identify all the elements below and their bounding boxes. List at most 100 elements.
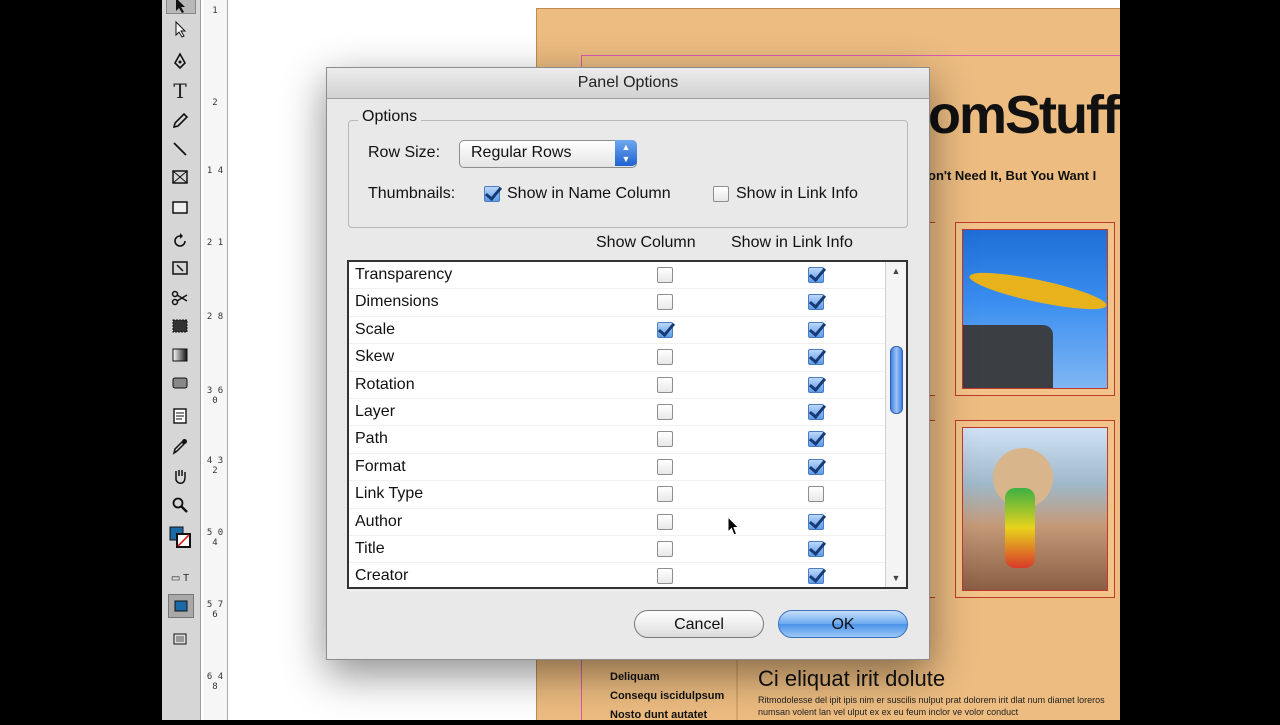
rectangle-tool-icon[interactable] [168, 196, 192, 218]
attribute-row[interactable]: Format [349, 454, 888, 482]
show-column-checkbox[interactable] [657, 486, 673, 503]
show-column-header: Show Column [596, 234, 696, 251]
ruler-mark: 1 [212, 6, 218, 16]
row-size-label: Row Size: [368, 144, 441, 161]
show-column-checkbox[interactable] [657, 321, 673, 338]
show-column-checkbox[interactable] [657, 404, 673, 420]
show-link-info-checkbox[interactable] [808, 568, 824, 585]
hand-tool-icon[interactable] [168, 465, 192, 487]
pen-tool-icon[interactable] [168, 50, 192, 72]
show-link-info-checkbox[interactable] [808, 404, 824, 420]
panel-options-dialog: Panel Options Options Row Size: Regular … [326, 67, 930, 660]
surfboard-shape [967, 265, 1107, 317]
scroll-thumb[interactable] [890, 346, 903, 414]
row-size-value: Regular Rows [471, 144, 572, 161]
normal-view-mode-icon[interactable] [168, 594, 194, 618]
ok-button[interactable]: OK [778, 610, 908, 638]
attribute-row[interactable]: Scale [349, 317, 888, 345]
attributes-list[interactable]: Transparency Dimensions Scale Skew Rotation L… [347, 260, 908, 591]
sidebar-text-line: Deliquam [610, 671, 660, 683]
attribute-row[interactable]: Rotation [349, 372, 888, 399]
margin-guide [581, 55, 1120, 56]
pencil-tool-icon[interactable] [168, 110, 192, 132]
attribute-row[interactable]: Layer [349, 399, 888, 427]
thumb-link-info-checkbox[interactable] [713, 186, 729, 202]
show-link-info-checkbox[interactable] [808, 349, 824, 366]
ruler-mark: 5 0 4 [206, 528, 224, 548]
attribute-label: Title [355, 540, 385, 557]
tools-panel: T ▭ T [162, 0, 201, 720]
attribute-label: Transparency [355, 266, 453, 283]
free-transform-tool-icon[interactable] [168, 257, 192, 279]
image-frame[interactable] [955, 222, 1115, 396]
thumb-name-column-checkbox[interactable] [484, 186, 500, 202]
ruler-mark: 4 3 2 [206, 456, 224, 476]
show-link-info-checkbox[interactable] [808, 541, 824, 557]
mouse-pointer-icon [727, 516, 739, 536]
thumb-name-column-label[interactable]: Show in Name Column [507, 185, 671, 203]
formatting-affects-text-icon[interactable]: ▭ T [168, 567, 192, 589]
zoom-tool-icon[interactable] [168, 494, 192, 516]
show-link-info-checkbox[interactable] [808, 267, 824, 283]
thumb-link-info-label[interactable]: Show in Link Info [736, 185, 858, 203]
selection-tool-icon[interactable] [168, 0, 192, 16]
scroll-down-arrow-icon[interactable]: ▼ [886, 569, 906, 587]
attribute-row[interactable]: Skew [349, 344, 888, 372]
show-column-checkbox[interactable] [657, 568, 673, 585]
show-column-checkbox[interactable] [657, 513, 673, 530]
attribute-row[interactable]: Creator [349, 563, 888, 591]
vertical-ruler: 1 2 1 4 2 1 2 8 3 6 0 4 3 2 5 0 4 5 7 6 … [203, 0, 228, 720]
brand-heading: omStuff [928, 85, 1120, 145]
options-group [348, 120, 908, 228]
cancel-button[interactable]: Cancel [634, 610, 764, 638]
rotate-tool-icon[interactable] [168, 230, 192, 252]
attribute-label: Skew [355, 348, 395, 366]
show-link-info-checkbox[interactable] [808, 458, 824, 475]
line-tool-icon[interactable] [168, 138, 192, 160]
thumbnails-label: Thumbnails: [368, 185, 456, 202]
fill-stroke-swatch-icon[interactable] [168, 526, 192, 548]
attribute-row[interactable]: Transparency [349, 262, 888, 290]
column-guide [736, 660, 738, 720]
show-column-checkbox[interactable] [657, 349, 673, 366]
button-tool-icon[interactable] [168, 372, 192, 394]
gradient-swatch-tool-icon[interactable] [168, 344, 192, 366]
sidebar-text-line: Nosto dunt autatet [610, 709, 708, 721]
show-link-info-checkbox[interactable] [808, 431, 824, 448]
popup-updown-arrows-icon: ▲ ▼ [615, 140, 637, 166]
attribute-label: Author [355, 512, 403, 530]
attribute-label: Format [355, 457, 406, 475]
show-column-checkbox[interactable] [657, 294, 673, 311]
direct-selection-tool-icon[interactable] [168, 18, 192, 40]
attribute-row[interactable]: Title [349, 536, 888, 564]
attribute-row[interactable]: Author [349, 509, 888, 536]
attribute-row[interactable]: Dimensions [349, 289, 888, 317]
attribute-row[interactable]: Link Type [349, 481, 888, 509]
image-frame[interactable] [955, 420, 1115, 598]
show-link-info-checkbox[interactable] [808, 376, 824, 393]
row-size-popup[interactable]: Regular Rows ▲ ▼ [459, 140, 637, 168]
type-tool-icon[interactable]: T [168, 79, 192, 103]
show-column-checkbox[interactable] [657, 267, 673, 283]
list-scrollbar[interactable]: ▲ ▼ [885, 262, 906, 587]
note-tool-icon[interactable] [168, 405, 192, 427]
show-column-checkbox[interactable] [657, 458, 673, 475]
scroll-up-arrow-icon[interactable]: ▲ [886, 262, 906, 280]
screen-mode-icon[interactable] [168, 628, 192, 650]
eyedropper-tool-icon[interactable] [168, 435, 192, 457]
show-link-info-checkbox[interactable] [808, 294, 824, 311]
rectangle-frame-tool-icon[interactable] [168, 166, 192, 188]
show-column-checkbox[interactable] [657, 541, 673, 557]
show-column-checkbox[interactable] [657, 431, 673, 448]
scissors-tool-icon[interactable] [168, 287, 192, 309]
gradient-feather-tool-icon[interactable] [168, 315, 192, 337]
attribute-label: Link Type [355, 485, 424, 503]
options-group-label: Options [358, 108, 422, 126]
show-link-info-checkbox[interactable] [808, 486, 824, 503]
attribute-label: Layer [355, 403, 396, 420]
show-column-checkbox[interactable] [657, 376, 673, 393]
show-link-info-checkbox[interactable] [808, 513, 824, 530]
ruler-mark: 2 [212, 98, 218, 108]
attribute-row[interactable]: Path [349, 426, 888, 454]
show-link-info-checkbox[interactable] [808, 321, 824, 338]
